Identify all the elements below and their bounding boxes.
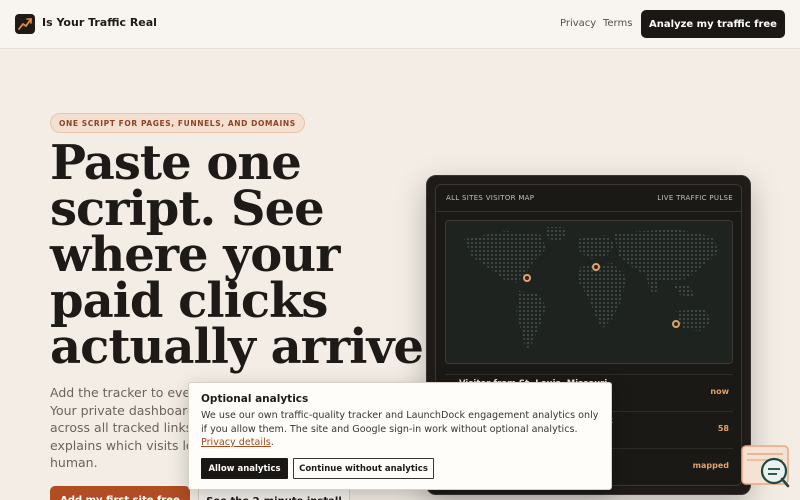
consent-body: We use our own traffic-quality tracker a…	[201, 409, 601, 450]
map-marker	[592, 263, 600, 271]
page-title: Paste one script. See where your paid cl…	[50, 135, 440, 375]
headline-line: paid clicks	[50, 273, 328, 329]
nav-privacy-link[interactable]: Privacy	[560, 18, 596, 29]
trend-up-icon[interactable]	[15, 14, 35, 34]
analyze-traffic-button[interactable]: Analyze my traffic free	[641, 10, 785, 38]
headline-line: script. See	[50, 181, 325, 237]
site-header: Is Your Traffic Real Privacy Terms Analy…	[0, 0, 800, 49]
map-marker	[672, 320, 680, 328]
eyebrow-badge: ONE SCRIPT FOR PAGES, FUNNELS, AND DOMAI…	[50, 113, 305, 133]
map-marker	[523, 274, 531, 282]
subcopy-line: Add the tracker to every	[50, 385, 195, 400]
subcopy-line: across all tracked links,	[50, 420, 195, 435]
event-value: mapped	[692, 461, 729, 470]
visitor-map-label: ALL SITES VISITOR MAP	[446, 194, 535, 202]
nav-terms-link[interactable]: Terms	[603, 18, 632, 29]
headline-line: actually arrive.	[50, 319, 440, 375]
allow-analytics-button[interactable]: Allow analytics	[201, 458, 288, 479]
event-value: now	[710, 387, 729, 396]
consent-text: We use our own traffic-quality tracker a…	[201, 410, 599, 435]
subcopy-line: explains which visits loo	[50, 437, 195, 453]
headline-line: where your	[50, 227, 340, 283]
privacy-details-link[interactable]: Privacy details	[201, 437, 271, 448]
headline-line: Paste one	[50, 135, 302, 191]
traffic-pulse-label: LIVE TRAFFIC PULSE	[657, 194, 733, 202]
world-map	[445, 220, 733, 364]
consent-period: .	[270, 437, 274, 449]
subcopy-line: Your private dashboard	[50, 402, 195, 418]
chat-search-icon[interactable]	[741, 445, 791, 490]
add-site-button[interactable]: Add my first site free	[50, 486, 190, 500]
consent-title: Optional analytics	[201, 393, 309, 405]
hero-subcopy: Add the tracker to every Your private da…	[50, 384, 195, 474]
subcopy-line: human.	[50, 455, 98, 470]
event-value: 58	[717, 424, 729, 433]
divider	[436, 211, 741, 212]
analytics-consent-dialog: Optional analytics We use our own traffi…	[188, 382, 612, 490]
brand-name[interactable]: Is Your Traffic Real	[42, 16, 157, 29]
continue-without-analytics-button[interactable]: Continue without analytics	[293, 458, 434, 479]
